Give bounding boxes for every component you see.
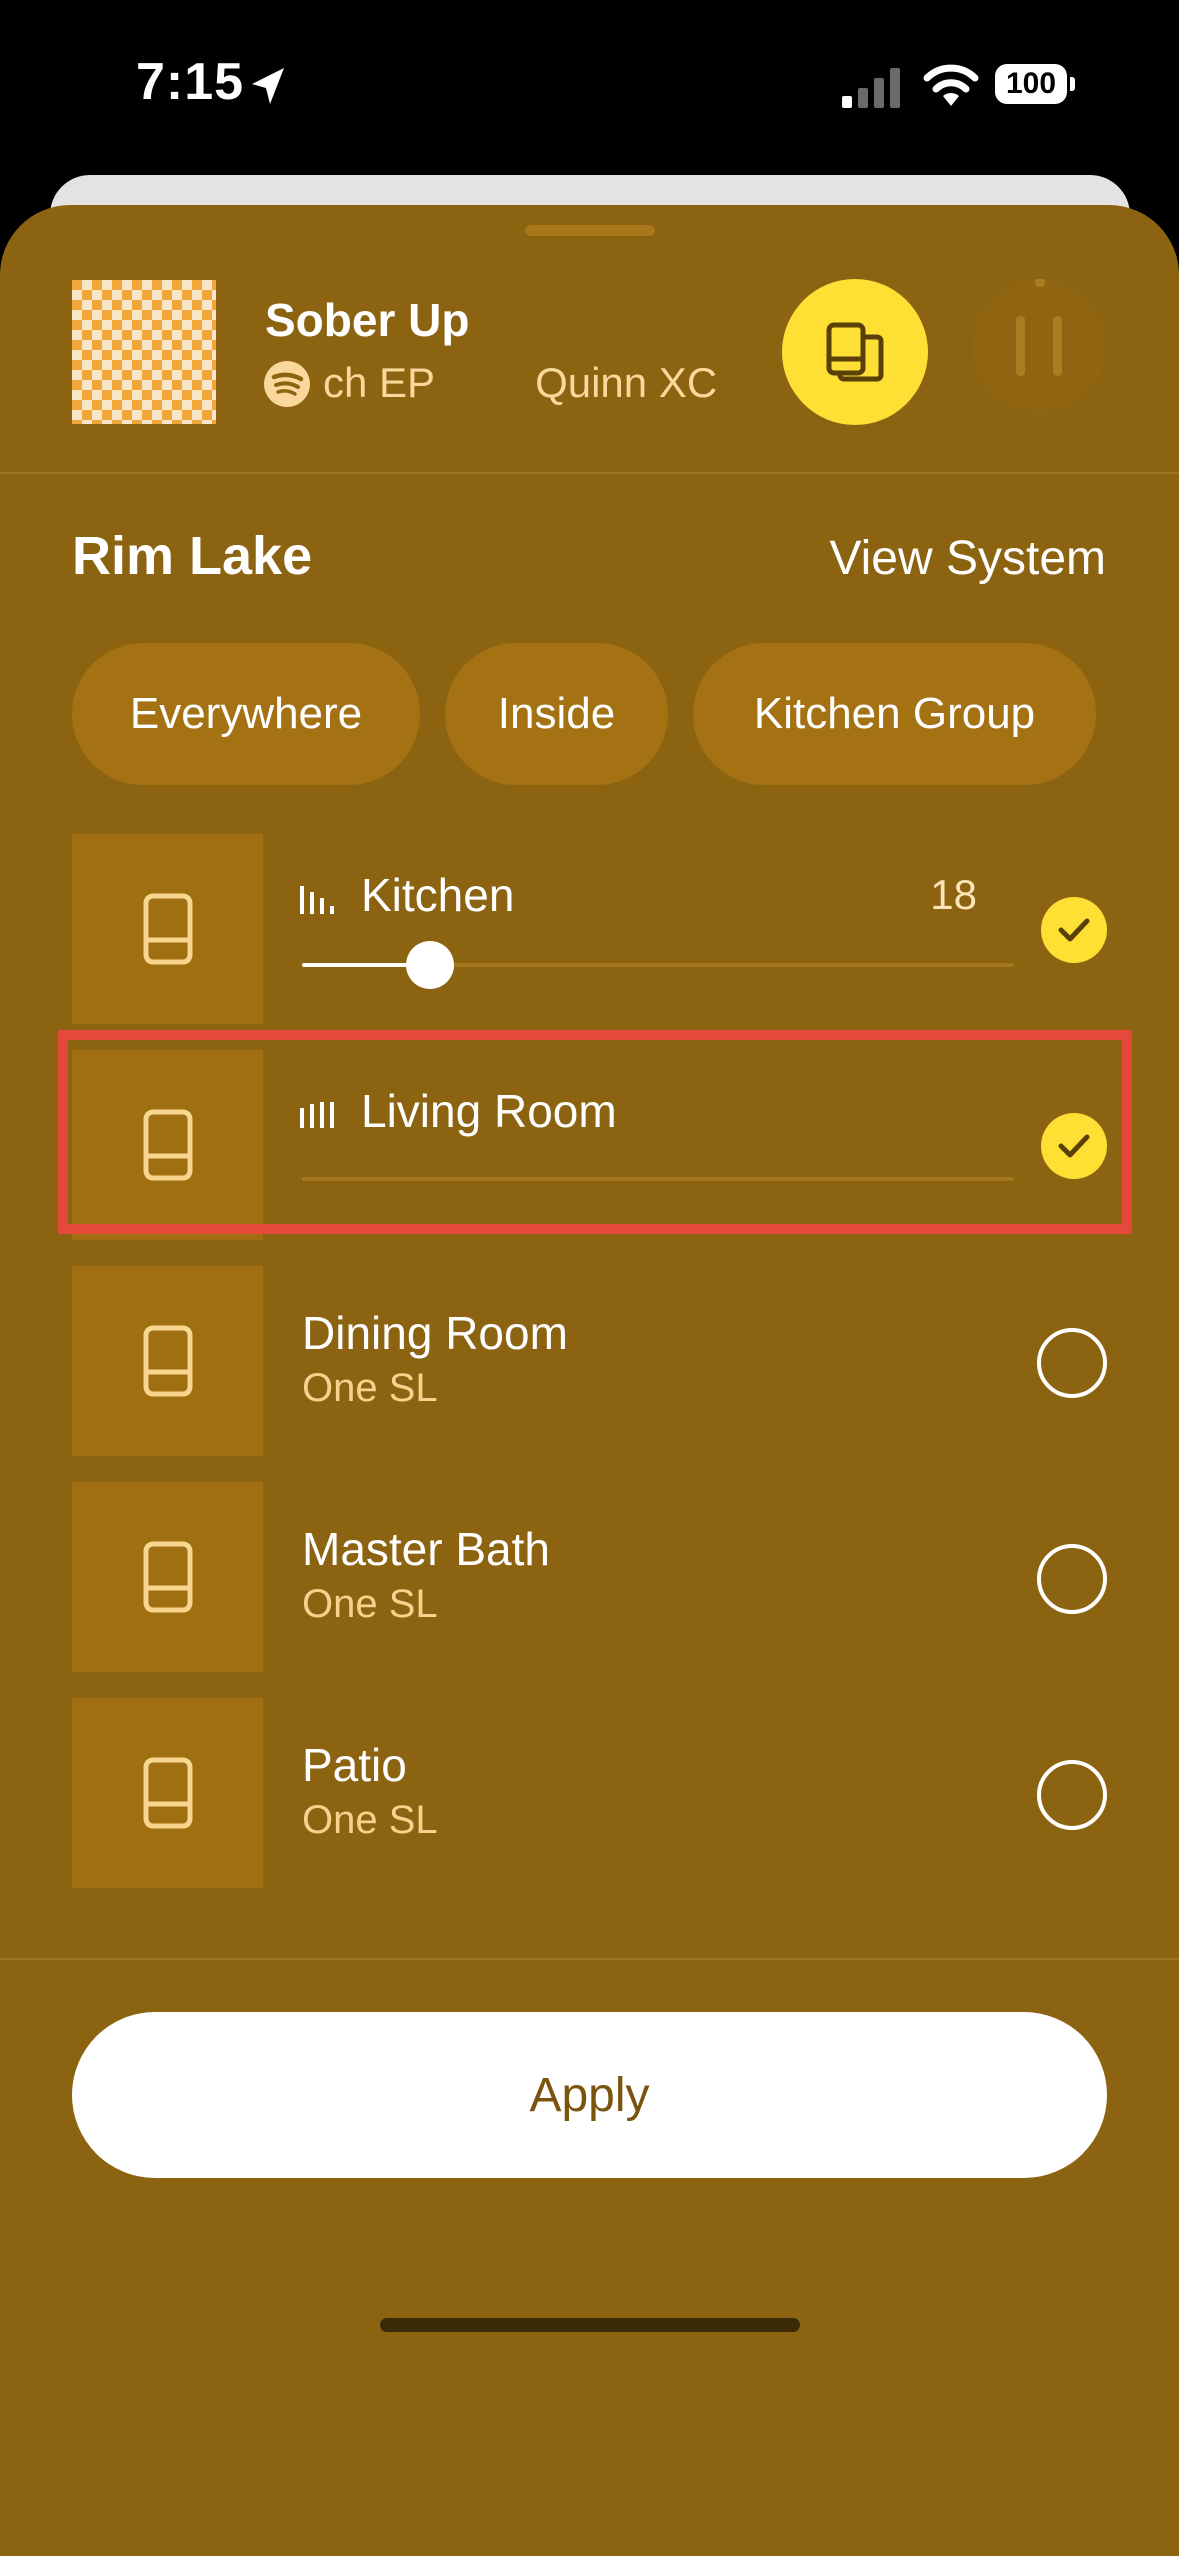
speaker-icon	[143, 893, 192, 965]
room-checkbox-checked[interactable]	[1041, 897, 1107, 963]
album-name: ch EP	[323, 359, 436, 406]
artist-name: Quinn XC	[535, 359, 718, 406]
room-icon-box	[72, 1698, 263, 1888]
track-title: Sober Up	[265, 294, 470, 346]
room-row-master-bath[interactable]: Master Bath One SL	[72, 1482, 1107, 1672]
now-playing-bars-icon	[300, 886, 334, 914]
room-row-patio[interactable]: Patio One SL	[72, 1698, 1107, 1888]
view-system-link[interactable]: View System	[829, 531, 1106, 586]
room-checkbox-unchecked[interactable]	[1037, 1328, 1107, 1398]
checkmark-icon	[1058, 918, 1090, 942]
sheet-grabber[interactable]	[525, 225, 655, 236]
room-icon-box	[72, 834, 263, 1024]
album-art[interactable]	[72, 280, 216, 424]
room-row-dining-room[interactable]: Dining Room One SL	[72, 1266, 1107, 1456]
selection-highlight	[58, 1030, 1132, 1234]
location-arrow-icon	[252, 68, 284, 104]
chip-everywhere[interactable]: Everywhere	[72, 643, 420, 785]
chip-kitchen-group[interactable]: Kitchen Group	[693, 643, 1096, 785]
speaker-icon	[143, 1325, 192, 1397]
volume-slider[interactable]	[302, 941, 1014, 989]
speaker-icon	[143, 1757, 192, 1829]
room-row-kitchen[interactable]: Kitchen 18	[72, 834, 1107, 1024]
room-icon-box	[72, 1266, 263, 1456]
status-time: 7:15	[136, 53, 245, 111]
spotify-icon	[264, 361, 310, 407]
room-volume: 18	[930, 871, 977, 918]
group-speakers-button[interactable]	[782, 279, 928, 425]
room-checkbox-unchecked[interactable]	[1037, 1760, 1107, 1830]
speaker-icon	[143, 1541, 192, 1613]
volume-slider-thumb[interactable]	[406, 941, 455, 989]
room-checkbox-unchecked[interactable]	[1037, 1544, 1107, 1614]
chip-inside[interactable]: Inside	[445, 643, 668, 785]
cellular-signal-icon	[842, 68, 900, 108]
wifi-icon	[923, 64, 979, 106]
room-icon-box	[72, 1482, 263, 1672]
divider	[0, 472, 1179, 474]
speaker-group-icon	[826, 322, 884, 382]
track-subtitle: ch EP Quinn XC	[323, 359, 843, 407]
pause-button[interactable]	[972, 279, 1106, 413]
pause-icon	[1016, 316, 1025, 376]
home-indicator	[380, 2318, 800, 2332]
room-model: One SL	[302, 1582, 438, 1626]
room-name: Patio	[302, 1739, 407, 1791]
room-name: Dining Room	[302, 1307, 568, 1359]
status-bar: 7:15 100	[0, 0, 1179, 175]
system-name: Rim Lake	[72, 526, 313, 586]
room-model: One SL	[302, 1366, 438, 1410]
room-name: Master Bath	[302, 1523, 550, 1575]
divider	[0, 1958, 1179, 1960]
battery-icon: 100	[995, 64, 1075, 108]
battery-level: 100	[995, 64, 1067, 104]
apply-button[interactable]: Apply	[72, 2012, 1107, 2178]
room-model: One SL	[302, 1798, 438, 1842]
room-name: Kitchen	[361, 869, 515, 921]
